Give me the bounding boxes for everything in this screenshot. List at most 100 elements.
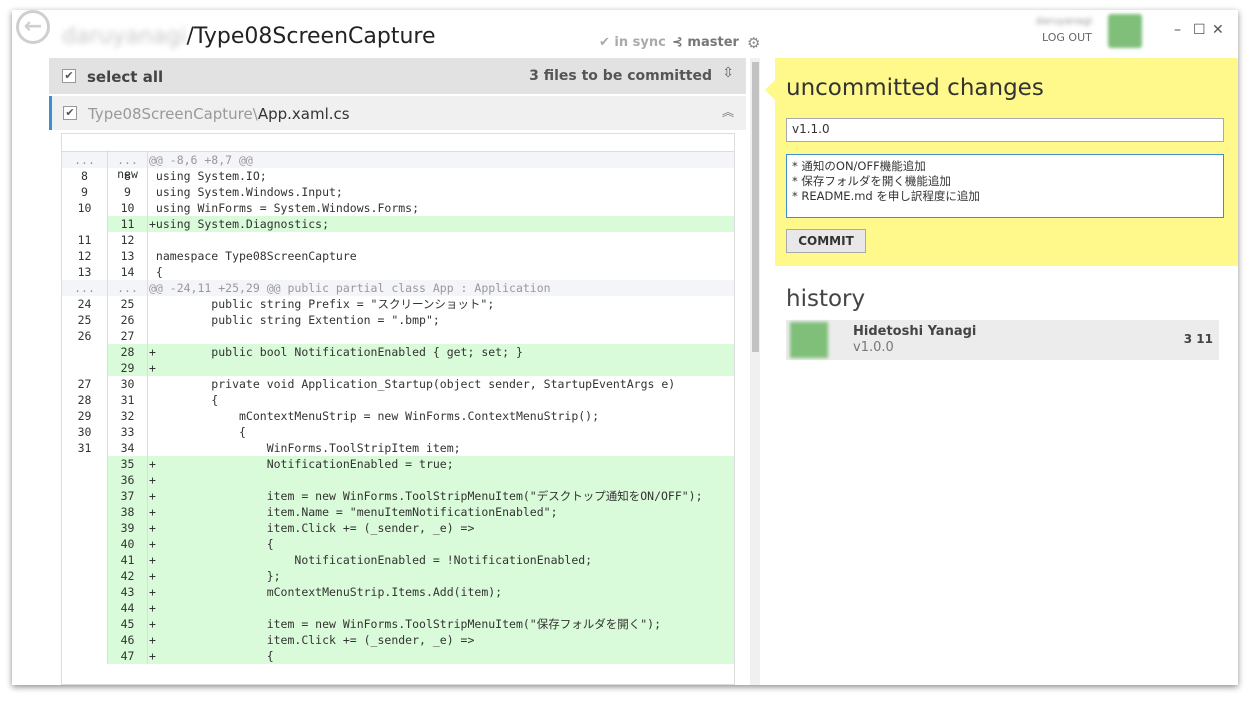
new-line-number: 45 xyxy=(108,616,148,632)
history-date: 3 11 xyxy=(1183,332,1213,346)
gear-icon[interactable]: ⚙ xyxy=(747,34,760,52)
description-line: * 通知のON/OFF機能追加 xyxy=(792,159,926,173)
file-checkbox[interactable]: ✔ xyxy=(63,106,77,120)
code-line: + NotificationEnabled = true; xyxy=(149,457,454,471)
old-line-number: 27 xyxy=(62,376,108,392)
diff-context-row: 24 25 public string Prefix = "スクリーンショット"; xyxy=(62,296,734,312)
commit-summary-input[interactable]: v1.1.0 xyxy=(786,118,1224,142)
expand-collapse-icon[interactable]: ⇳ xyxy=(722,65,734,81)
code-line: { xyxy=(149,265,163,279)
diff-context-row: 99 using System.Windows.Input; xyxy=(62,184,734,200)
code-line: + { xyxy=(149,537,274,551)
old-line-number xyxy=(62,216,108,232)
code-line: + item = new WinForms.ToolStripMenuItem(… xyxy=(149,489,703,503)
diff-added-row: 35 + NotificationEnabled = true; xyxy=(62,456,734,472)
old-line-number: 9 xyxy=(62,184,108,200)
code-line: @@ -24,11 +25,29 @@ public partial class… xyxy=(149,281,551,295)
old-line-number xyxy=(62,520,108,536)
new-line-number: 34 xyxy=(108,440,148,456)
file-name: App.xaml.cs xyxy=(257,105,350,123)
select-all-bar: ✔ select all 3 files to be committed ⇳ xyxy=(49,58,746,94)
diff-context-row: 28 31 { xyxy=(62,392,734,408)
new-line-number: 47 xyxy=(108,648,148,664)
old-line-number: 28 xyxy=(62,392,108,408)
diff-added-row: 37 + item = new WinForms.ToolStripMenuIte… xyxy=(62,488,734,504)
back-button[interactable]: ← xyxy=(16,10,50,44)
select-all-label[interactable]: select all xyxy=(87,68,163,86)
code-line: @@ -8,6 +8,7 @@ xyxy=(149,153,253,167)
select-all-checkbox[interactable]: ✔ xyxy=(62,69,76,83)
code-line: using System.IO; xyxy=(149,169,267,183)
repo-name: Type08ScreenCapture xyxy=(193,24,436,49)
history-item[interactable]: Hidetoshi Yanagi v1.0.0 3 11 xyxy=(786,320,1219,360)
repo-separator: / xyxy=(186,24,194,49)
commit-description-input[interactable]: * 通知のON/OFF機能追加 * 保存フォルダを開く機能追加 * README… xyxy=(786,154,1224,218)
branch-selector[interactable]: ⊰ master xyxy=(672,35,739,50)
diff-added-row: 43 + mContextMenuStrip.Items.Add(item); xyxy=(62,584,734,600)
new-line-number: 37 xyxy=(108,488,148,504)
scrollbar[interactable] xyxy=(750,58,760,685)
diff-context-row: 10 10 using WinForms = System.Windows.For… xyxy=(62,200,734,216)
new-line-number: 42 xyxy=(108,568,148,584)
code-line: + item.Click += (_sender, _e) => xyxy=(149,633,475,647)
old-line-number: ... xyxy=(62,152,108,168)
maximize-button[interactable]: ☐ xyxy=(1193,22,1206,38)
old-line-number xyxy=(62,504,108,520)
sync-status[interactable]: ✔ in sync xyxy=(599,35,666,50)
new-line-number: 39 xyxy=(108,520,148,536)
old-line-number xyxy=(62,600,108,616)
avatar xyxy=(1108,14,1142,48)
repo-owner: daruyanagi xyxy=(62,24,187,49)
old-line-number xyxy=(62,648,108,664)
commit-box: uncommitted changes v1.1.0 * 通知のON/OFF機能… xyxy=(765,58,1238,266)
logout-button[interactable]: LOG OUT xyxy=(1042,31,1092,44)
new-line-number: 14 xyxy=(108,264,148,280)
new-line-number: 11 xyxy=(108,216,148,232)
old-line-number xyxy=(62,568,108,584)
history-title: history xyxy=(786,286,866,312)
user-name: daruyanagi xyxy=(1035,16,1093,27)
minimize-button[interactable]: – xyxy=(1174,22,1181,38)
old-line-number: 10 xyxy=(62,200,108,216)
diff-hunk-row: ...... @@ -8,6 +8,7 @@ xyxy=(62,152,734,168)
old-line-number: 29 xyxy=(62,408,108,424)
old-line-number xyxy=(62,616,108,632)
repo-title: daruyanagi/Type08ScreenCapture xyxy=(62,24,436,49)
new-line-number: 31 xyxy=(108,392,148,408)
new-line-number: 35 xyxy=(108,456,148,472)
collapse-icon[interactable]: ︽ xyxy=(722,103,734,120)
diff-added-row: 39 + item.Click += (_sender, _e) => xyxy=(62,520,734,536)
code-line: + item = new WinForms.ToolStripMenuItem(… xyxy=(149,617,661,631)
changes-pane: ✔ select all 3 files to be committed ⇳ ✔… xyxy=(49,58,761,685)
code-line: using WinForms = System.Windows.Forms; xyxy=(149,201,420,215)
diff-added-row: 29 + xyxy=(62,360,734,376)
old-line-number: 13 xyxy=(62,264,108,280)
new-line-number: 36 xyxy=(108,472,148,488)
old-line-number: 26 xyxy=(62,328,108,344)
commit-button[interactable]: COMMIT xyxy=(786,229,866,253)
new-line-number: 12 xyxy=(108,232,148,248)
arrow-left-icon: ← xyxy=(23,14,43,39)
diff-header-row: old new xyxy=(62,134,734,184)
branch-icon: ⊰ xyxy=(672,35,688,50)
scrollbar-thumb[interactable] xyxy=(752,62,759,352)
code-line: { xyxy=(149,393,219,407)
diff-added-row: 38 + item.Name = "menuItemNotificationEna… xyxy=(62,504,734,520)
new-line-number: 43 xyxy=(108,584,148,600)
added-line-highlight xyxy=(148,472,734,488)
new-line-number: 38 xyxy=(108,504,148,520)
old-line-number: 12 xyxy=(62,248,108,264)
file-path[interactable]: Type08ScreenCapture\App.xaml.cs xyxy=(88,105,350,123)
close-button[interactable]: ✕ xyxy=(1212,22,1224,38)
code-line: { xyxy=(149,425,246,439)
new-line-number: 13 xyxy=(108,248,148,264)
app-window: ← daruyanagi/Type08ScreenCapture ✔ in sy… xyxy=(12,10,1238,685)
diff-context-row: 30 33 { xyxy=(62,424,734,440)
code-line: + item.Name = "menuItemNotificationEnabl… xyxy=(149,505,558,519)
new-line-number: 44 xyxy=(108,600,148,616)
history-version: v1.0.0 xyxy=(853,340,894,355)
new-line-number: 8 xyxy=(108,168,148,184)
diff-added-row: 41 + NotificationEnabled = !NotificationE… xyxy=(62,552,734,568)
old-line-number xyxy=(62,536,108,552)
diff-context-row: 88 using System.IO; xyxy=(62,168,734,184)
